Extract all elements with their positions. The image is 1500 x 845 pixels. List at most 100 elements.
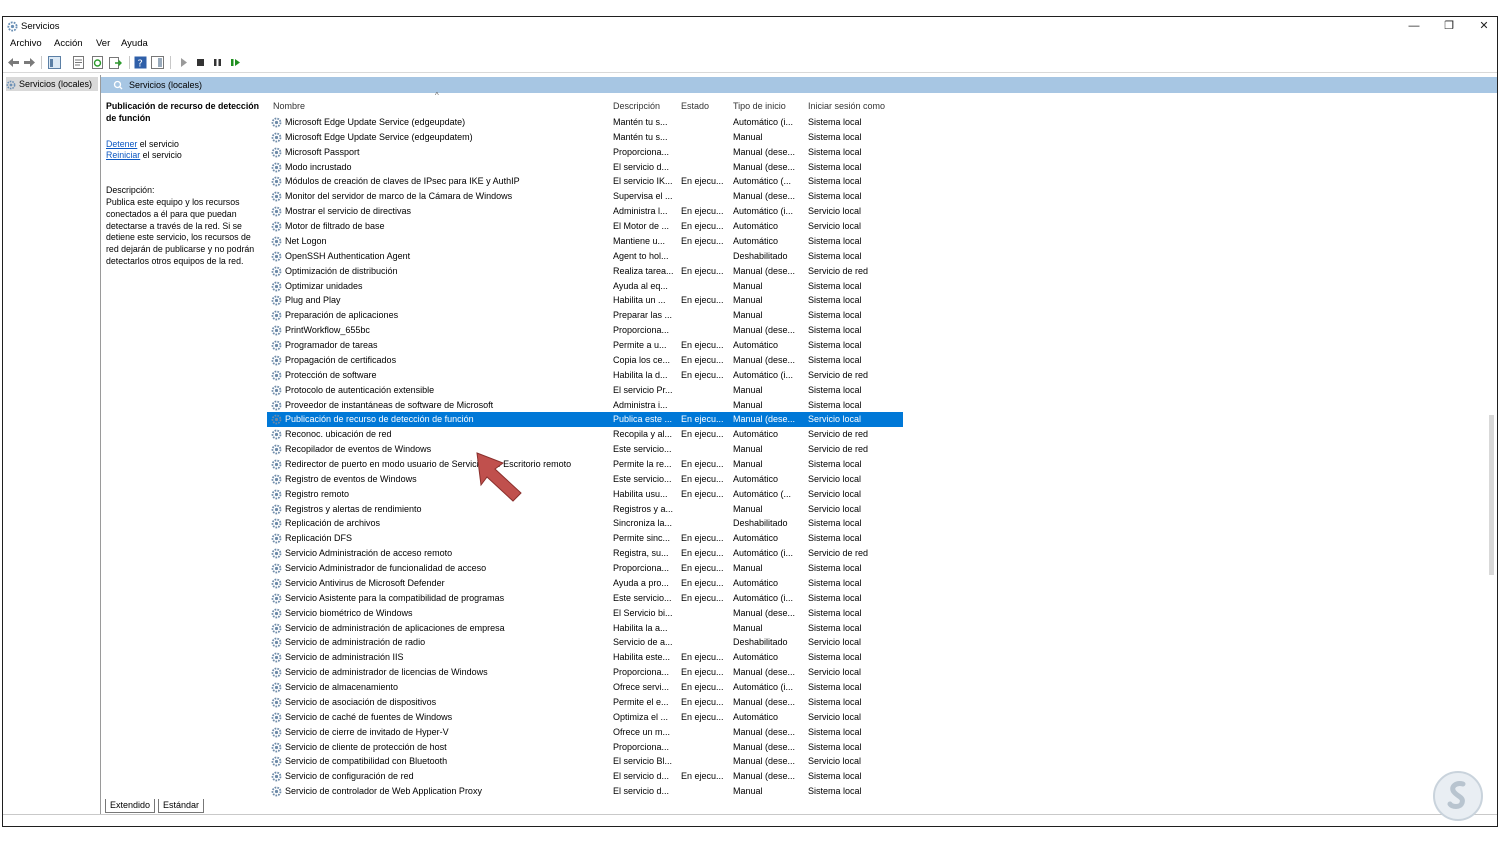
tree-item-services-local[interactable]: Servicios (locales) [6, 77, 98, 91]
service-name: Optimizar unidades [285, 280, 363, 291]
service-startup-type: Manual (dese... [733, 667, 796, 678]
service-row[interactable]: Mostrar el servicio de directivas Adminis… [267, 204, 903, 219]
service-startup-type: Manual [733, 786, 763, 797]
service-row[interactable]: Motor de filtrado de base El Motor de ...… [267, 219, 903, 234]
menu-accion[interactable]: Acción [54, 38, 83, 49]
tab-extendido[interactable]: Extendido [105, 799, 156, 813]
show-action-pane-icon[interactable] [151, 56, 164, 69]
service-description: Este servicio... [613, 444, 672, 455]
restore-button[interactable]: ❐ [1434, 18, 1464, 35]
service-row[interactable]: Proveedor de instantáneas de software de… [267, 398, 903, 413]
services-vertical-scrollbar[interactable] [1486, 95, 1497, 795]
menu-ver[interactable]: Ver [96, 38, 110, 49]
service-logon-as: Sistema local [808, 325, 862, 336]
service-row[interactable]: Reconoc. ubicación de red Recopila y al..… [267, 427, 903, 442]
column-header-descripcion[interactable]: Descripción [613, 101, 660, 111]
service-row[interactable]: Microsoft Passport Proporciona... Manual (… [267, 145, 903, 160]
service-row[interactable]: Modo incrustado El servicio d... Manual (d… [267, 160, 903, 175]
service-row[interactable]: OpenSSH Authentication Agent Agent to hol… [267, 249, 903, 264]
show-console-tree-icon[interactable] [48, 56, 61, 69]
service-row[interactable]: Propagación de certificados Copia los ce.… [267, 353, 903, 368]
service-row[interactable]: Replicación DFS Permite sinc... En ejecu..… [267, 531, 903, 546]
service-row[interactable]: Servicio de configuración de red El servi… [267, 769, 903, 784]
service-row[interactable]: Plug and Play Habilita un ... En ejecu... M… [267, 293, 903, 308]
minimize-button[interactable]: — [1399, 18, 1429, 35]
service-row[interactable]: Microsoft Edge Update Service (edgeupdat… [267, 130, 903, 145]
service-row[interactable]: Servicio Administración de acceso remoto… [267, 546, 903, 561]
pane-header-title: Servicios (locales) [129, 80, 203, 90]
menu-ayuda[interactable]: Ayuda [121, 38, 148, 49]
service-row[interactable]: Servicio de almacenamiento Ofrece servi..… [267, 680, 903, 695]
scroll-thumb[interactable] [1489, 415, 1494, 575]
service-row[interactable]: Registro remoto Habilita usu... En ejecu..… [267, 487, 903, 502]
service-row[interactable]: Monitor del servidor de marco de la Cáma… [267, 189, 903, 204]
service-row[interactable]: Servicio Antivirus de Microsoft Defender… [267, 576, 903, 591]
service-row[interactable]: Protección de software Habilita la d... En… [267, 368, 903, 383]
forward-icon[interactable] [23, 56, 36, 69]
service-row[interactable]: Servicio de compatibilidad con Bluetooth… [267, 754, 903, 769]
service-row[interactable]: Servicio de administrador de licencias d… [267, 665, 903, 680]
start-service-icon[interactable] [177, 56, 190, 69]
service-name: Protección de software [285, 369, 377, 380]
service-row[interactable]: Programador de tareas Permite a u... En ej… [267, 338, 903, 353]
service-row[interactable]: Servicio biométrico de Windows El Servici… [267, 606, 903, 621]
gear-icon [271, 459, 282, 470]
service-row[interactable]: Servicio de cierre de invitado de Hyper-… [267, 725, 903, 740]
back-icon[interactable] [7, 56, 20, 69]
gear-icon [271, 206, 282, 217]
service-row[interactable]: Optimización de distribución Realiza tare… [267, 264, 903, 279]
service-row[interactable]: Servicio Asistente para la compatibilida… [267, 591, 903, 606]
service-row[interactable]: Registro de eventos de Windows Este servi… [267, 472, 903, 487]
column-header-estado[interactable]: Estado [681, 101, 709, 111]
stop-service-link[interactable]: Detener [106, 139, 137, 149]
service-startup-type: Automático (... [733, 488, 792, 499]
toolbar-separator [170, 56, 171, 69]
stop-service-icon[interactable] [194, 56, 207, 69]
service-description: Recopila y al... [613, 429, 673, 440]
restart-service-link[interactable]: Reiniciar [106, 150, 140, 160]
service-row[interactable]: Publicación de recurso de detección de f… [267, 412, 903, 428]
service-row[interactable]: Microsoft Edge Update Service (edgeupdat… [267, 115, 903, 130]
service-row[interactable]: Protocolo de autenticación extensible El … [267, 383, 903, 398]
help-icon[interactable]: ? [134, 56, 147, 69]
service-row[interactable]: Servicio de caché de fuentes de Windows O… [267, 710, 903, 725]
service-row[interactable]: Servicio de administración IIS Habilita e… [267, 650, 903, 665]
properties-icon[interactable] [72, 56, 85, 69]
service-row[interactable]: Servicio de controlador de Web Applicati… [267, 784, 903, 799]
service-description: Proporciona... [613, 563, 670, 574]
close-button[interactable]: ✕ [1469, 18, 1497, 35]
service-logon-as: Sistema local [808, 607, 862, 618]
service-description: Habilita la d... [613, 369, 668, 380]
service-row[interactable]: Preparación de aplicaciones Preparar las … [267, 308, 903, 323]
service-logon-as: Sistema local [808, 340, 862, 351]
column-header-iniciar-sesion[interactable]: Iniciar sesión como [808, 101, 885, 111]
service-startup-type: Manual (dese... [733, 191, 796, 202]
service-description: Registra, su... [613, 548, 669, 559]
resume-service-icon[interactable] [229, 56, 242, 69]
service-row[interactable]: Net Logon Mantiene u... En ejecu... Automát… [267, 234, 903, 249]
service-row[interactable]: Módulos de creación de claves de IPsec p… [267, 174, 903, 189]
pause-service-icon[interactable] [211, 56, 224, 69]
menu-archivo[interactable]: Archivo [10, 38, 42, 49]
description-text: Publica este equipo y los recursos conec… [106, 196, 255, 266]
service-startup-type: Manual [733, 310, 763, 321]
tab-estandar[interactable]: Estándar [158, 799, 205, 813]
column-header-tipo-inicio[interactable]: Tipo de inicio [733, 101, 786, 111]
service-row[interactable]: Servicio de administración de radio Servi… [267, 635, 903, 650]
menu-bar: Archivo Acción Ver Ayuda [3, 36, 1497, 52]
service-row[interactable]: Servicio de cliente de protección de hos… [267, 740, 903, 755]
service-description: Ofrece servi... [613, 682, 670, 693]
service-row[interactable]: Replicación de archivos Sincroniza la... D… [267, 516, 903, 531]
column-header-nombre[interactable]: Nombre [273, 101, 305, 111]
service-row[interactable]: PrintWorkflow_655bc Proporciona... Manual … [267, 323, 903, 338]
service-row[interactable]: Redirector de puerto en modo usuario de … [267, 457, 903, 472]
service-row[interactable]: Optimizar unidades Ayuda al eq... Manual Si… [267, 279, 903, 294]
service-row[interactable]: Recopilador de eventos de Windows Este se… [267, 442, 903, 457]
service-logon-as: Sistema local [808, 533, 862, 544]
export-list-icon[interactable] [109, 56, 122, 69]
refresh-icon[interactable] [91, 56, 104, 69]
service-row[interactable]: Servicio de administración de aplicacion… [267, 621, 903, 636]
service-row[interactable]: Servicio de asociación de dispositivos Pe… [267, 695, 903, 710]
service-row[interactable]: Registros y alertas de rendimiento Regist… [267, 502, 903, 517]
service-row[interactable]: Servicio Administrador de funcionalidad … [267, 561, 903, 576]
